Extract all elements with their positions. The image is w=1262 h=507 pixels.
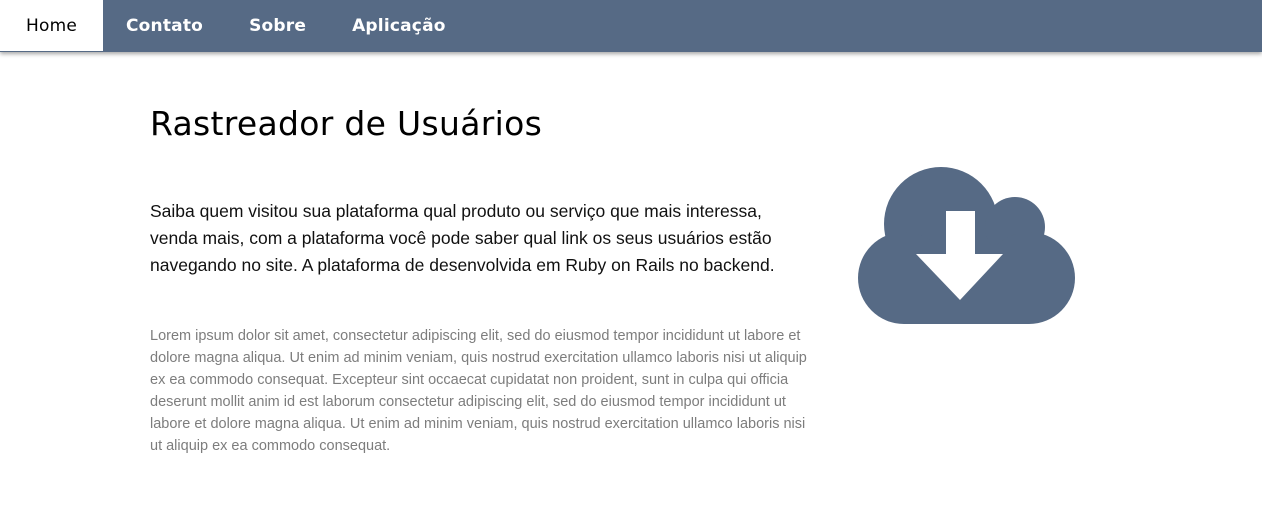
nav-item-sobre[interactable]: Sobre: [226, 0, 329, 51]
nav-item-home[interactable]: Home: [0, 0, 103, 51]
top-navbar: Home Contato Sobre Aplicação: [0, 0, 1262, 52]
body-paragraph: Lorem ipsum dolor sit amet, consectetur …: [150, 328, 807, 454]
nav-item-aplicacao[interactable]: Aplicação: [329, 0, 469, 51]
cloud-download-icon: [858, 167, 1075, 324]
page-title: Rastreador de Usuários: [150, 104, 543, 143]
lead-paragraph: Saiba quem visitou sua plataforma qual p…: [150, 201, 775, 275]
nav-item-contato[interactable]: Contato: [103, 0, 226, 51]
